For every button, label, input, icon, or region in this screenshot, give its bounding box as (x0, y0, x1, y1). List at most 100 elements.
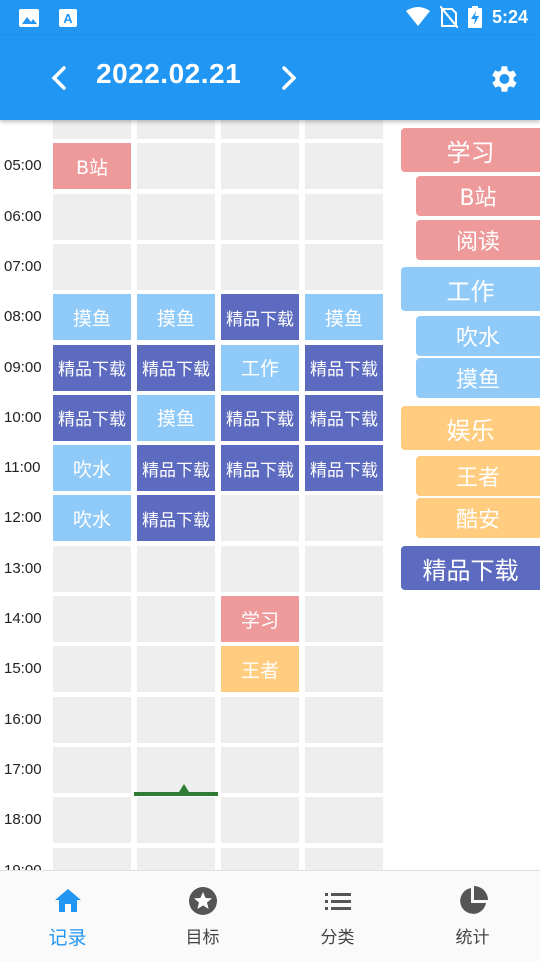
empty-time-cell[interactable] (137, 193, 215, 240)
empty-time-cell[interactable] (53, 120, 131, 139)
nav-stats-label: 统计 (455, 928, 490, 948)
empty-time-cell[interactable] (53, 646, 131, 693)
previous-day-button[interactable] (46, 62, 74, 94)
empty-time-cell[interactable] (53, 797, 131, 844)
empty-time-cell[interactable] (221, 143, 299, 190)
empty-time-cell[interactable] (137, 797, 215, 844)
empty-time-cell[interactable] (137, 143, 215, 190)
empty-time-cell[interactable] (137, 545, 215, 592)
time-block[interactable]: 精品下载 (53, 394, 131, 441)
empty-time-cell[interactable] (305, 243, 383, 290)
empty-time-cell[interactable] (53, 545, 131, 592)
empty-time-cell[interactable] (221, 120, 299, 139)
time-block[interactable]: 摸鱼 (137, 394, 215, 441)
empty-time-cell[interactable] (221, 746, 299, 793)
nav-stats[interactable]: 统计 (405, 871, 540, 961)
time-block[interactable]: 王者 (221, 646, 299, 693)
time-block[interactable]: 摸鱼 (53, 294, 131, 341)
time-block[interactable]: B站 (53, 143, 131, 190)
status-time: 5:24 (491, 6, 528, 27)
time-block[interactable]: 精品下载 (305, 445, 383, 492)
next-day-button[interactable] (274, 62, 302, 94)
time-block[interactable]: 精品下载 (221, 394, 299, 441)
time-block[interactable]: 精品下载 (221, 294, 299, 341)
nav-category[interactable]: 分类 (270, 871, 405, 961)
time-block[interactable]: 工作 (221, 344, 299, 391)
hour-label: 17:00 (4, 760, 42, 778)
time-block[interactable]: 吹水 (53, 495, 131, 542)
time-block[interactable]: 精品下载 (305, 344, 383, 391)
empty-time-cell[interactable] (305, 797, 383, 844)
nav-record[interactable]: 记录 (0, 871, 135, 961)
time-block[interactable]: 摸鱼 (305, 294, 383, 341)
empty-time-cell[interactable] (305, 193, 383, 240)
empty-time-cell[interactable] (305, 495, 383, 542)
empty-time-cell[interactable] (305, 847, 383, 870)
hour-label: 14:00 (4, 610, 42, 627)
empty-time-cell[interactable] (137, 243, 215, 290)
time-block[interactable]: 精品下载 (221, 445, 299, 492)
bottom-navigation: 记录 目标 分类 统计 (0, 870, 540, 960)
time-block[interactable]: 精品下载 (137, 495, 215, 542)
wifi-icon (405, 7, 430, 26)
timeline-grid[interactable]: 04:0005:00B站06:0007:0008:00摸鱼摸鱼精品下载摸鱼09:… (0, 120, 392, 870)
time-block[interactable]: 精品下载 (137, 445, 215, 492)
empty-time-cell[interactable] (137, 646, 215, 693)
empty-time-cell[interactable] (53, 696, 131, 743)
empty-time-cell[interactable] (221, 243, 299, 290)
empty-time-cell[interactable] (53, 193, 131, 240)
home-icon (54, 889, 81, 912)
empty-time-cell[interactable] (53, 746, 131, 793)
category-parent-item[interactable]: 学习 (401, 128, 540, 172)
time-block[interactable]: 精品下载 (137, 344, 215, 391)
status-bar: A 5:24 (0, 0, 540, 36)
empty-time-cell[interactable] (137, 120, 215, 139)
pie-chart-icon (459, 886, 488, 914)
empty-time-cell[interactable] (221, 545, 299, 592)
empty-time-cell[interactable] (221, 495, 299, 542)
nav-goal[interactable]: 目标 (135, 871, 270, 961)
empty-time-cell[interactable] (305, 696, 383, 743)
settings-gear-icon[interactable] (486, 62, 520, 96)
app-notification-icon: A (59, 9, 77, 27)
category-child-item[interactable]: B站 (416, 176, 540, 216)
category-child-item[interactable]: 王者 (416, 456, 540, 496)
category-child-item[interactable]: 阅读 (416, 220, 540, 260)
empty-time-cell[interactable] (221, 696, 299, 743)
empty-time-cell[interactable] (137, 596, 215, 642)
category-parent-item[interactable]: 工作 (401, 267, 540, 311)
battery-charging-icon (467, 6, 482, 28)
empty-time-cell[interactable] (221, 847, 299, 870)
nav-record-label: 记录 (48, 927, 87, 949)
time-block[interactable]: 摸鱼 (137, 294, 215, 341)
empty-time-cell[interactable] (53, 596, 131, 642)
empty-time-cell[interactable] (305, 746, 383, 793)
category-child-item[interactable]: 吹水 (416, 316, 540, 356)
empty-time-cell[interactable] (137, 847, 215, 870)
time-block[interactable]: 学习 (221, 596, 299, 642)
category-parent-item[interactable]: 娱乐 (401, 406, 540, 450)
empty-time-cell[interactable] (137, 696, 215, 743)
hour-label: 09:00 (4, 358, 42, 376)
time-block[interactable]: 吹水 (53, 445, 131, 492)
category-parent-item[interactable]: 精品下载 (401, 546, 540, 590)
empty-time-cell[interactable] (221, 797, 299, 844)
empty-time-cell[interactable] (305, 143, 383, 190)
hour-label: 12:00 (4, 509, 42, 527)
hour-label: 06:00 (4, 207, 42, 225)
category-child-item[interactable]: 酷安 (416, 498, 540, 538)
empty-time-cell[interactable] (305, 545, 383, 592)
time-block[interactable]: 精品下载 (305, 394, 383, 441)
empty-time-cell[interactable] (53, 243, 131, 290)
hour-label: 13:00 (4, 559, 42, 577)
empty-time-cell[interactable] (137, 746, 215, 793)
empty-time-cell[interactable] (305, 120, 383, 139)
empty-time-cell[interactable] (221, 193, 299, 240)
svg-text:A: A (63, 11, 73, 26)
time-block[interactable]: 精品下载 (53, 344, 131, 391)
date-title[interactable]: 2022.02.21 (96, 58, 241, 90)
empty-time-cell[interactable] (305, 646, 383, 693)
empty-time-cell[interactable] (305, 596, 383, 642)
empty-time-cell[interactable] (53, 847, 131, 870)
category-child-item[interactable]: 摸鱼 (416, 358, 540, 398)
